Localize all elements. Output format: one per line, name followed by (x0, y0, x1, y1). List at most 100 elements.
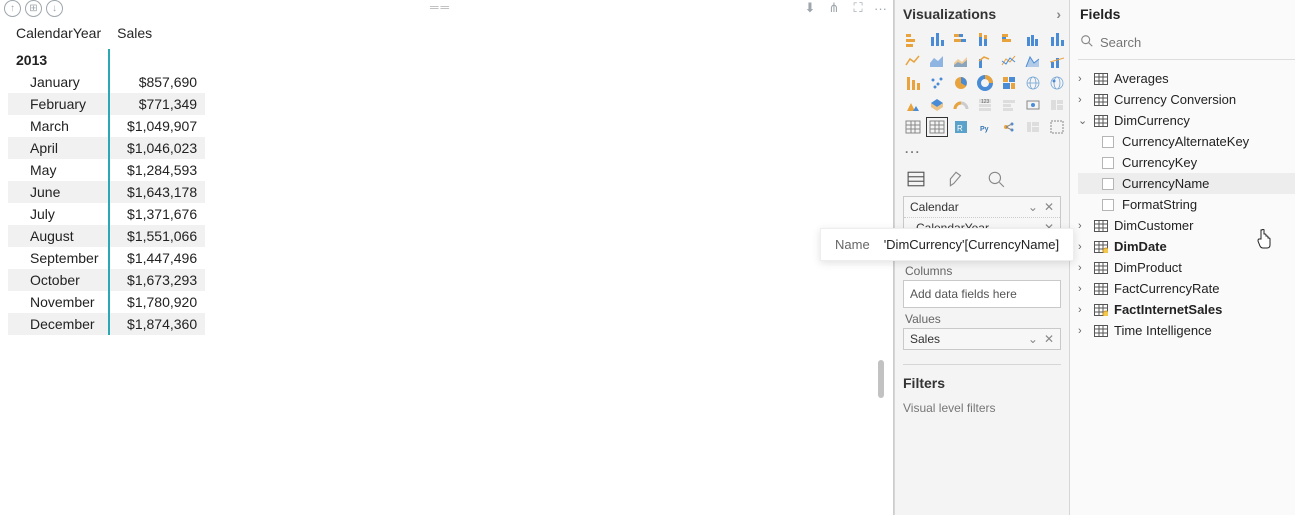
viz-type-icon[interactable] (975, 74, 995, 92)
chevron-right-icon[interactable]: › (1078, 241, 1088, 253)
viz-type-icon[interactable] (999, 52, 1019, 70)
month-cell[interactable]: December (8, 313, 109, 335)
nav-grid-icon[interactable]: ⊞ (25, 0, 42, 17)
chevron-right-icon[interactable]: › (1078, 73, 1088, 85)
viz-type-icon[interactable] (927, 96, 947, 114)
viz-type-icon[interactable] (927, 74, 947, 92)
nav-up-icon[interactable]: ↑ (4, 0, 21, 17)
viz-type-icon[interactable] (951, 96, 971, 114)
scrollbar-thumb[interactable] (878, 360, 884, 398)
viz-type-icon[interactable] (927, 52, 947, 70)
column-header-year[interactable]: CalendarYear (8, 22, 109, 49)
viz-type-icon[interactable] (1023, 118, 1043, 136)
chevron-right-icon[interactable]: › (1078, 304, 1088, 316)
viz-type-icon[interactable] (1047, 96, 1067, 114)
month-cell[interactable]: June (8, 181, 109, 203)
field-row-formatstring[interactable]: FormatString (1078, 194, 1295, 215)
chevron-right-icon[interactable]: › (1078, 325, 1088, 337)
field-row-currencykey[interactable]: CurrencyKey (1078, 152, 1295, 173)
month-cell[interactable]: July (8, 203, 109, 225)
viz-type-icon[interactable] (1047, 118, 1067, 136)
viz-type-icon[interactable] (1047, 52, 1067, 70)
chevron-down-icon[interactable]: ⌄ (1028, 332, 1038, 346)
columns-well[interactable]: Add data fields here (903, 280, 1061, 308)
analytics-tab-icon[interactable] (987, 170, 1005, 188)
expand-icon[interactable]: ⋔ (826, 0, 842, 16)
viz-type-icon[interactable] (975, 30, 995, 48)
month-cell[interactable]: February (8, 93, 109, 115)
table-row-averages[interactable]: ›Averages (1078, 68, 1295, 89)
checkbox[interactable] (1102, 157, 1114, 169)
year-cell[interactable]: 2013 (8, 49, 109, 71)
fields-search[interactable] (1078, 32, 1295, 60)
viz-type-icon[interactable]: Py (975, 118, 995, 136)
chevron-right-icon[interactable]: › (1078, 262, 1088, 274)
rows-group[interactable]: Calendar ⌄✕ (904, 197, 1060, 218)
month-cell[interactable]: April (8, 137, 109, 159)
chevron-right-icon[interactable]: › (1056, 6, 1061, 22)
remove-icon[interactable]: ✕ (1044, 332, 1054, 346)
drag-handle-icon[interactable]: ══ (430, 0, 451, 14)
viz-type-icon[interactable] (1023, 30, 1043, 48)
month-cell[interactable]: January (8, 71, 109, 93)
viz-type-icon[interactable] (903, 74, 923, 92)
table-row-factinternetsales[interactable]: ›FactInternetSales (1078, 299, 1295, 320)
table-row-dimcurrency[interactable]: ⌄DimCurrency (1078, 110, 1295, 131)
viz-type-icon[interactable] (1023, 96, 1043, 114)
field-row-currencyalternatekey[interactable]: CurrencyAlternateKey (1078, 131, 1295, 152)
viz-type-icon[interactable] (1047, 30, 1067, 48)
month-cell[interactable]: March (8, 115, 109, 137)
viz-type-icon[interactable] (951, 74, 971, 92)
month-cell[interactable]: November (8, 291, 109, 313)
chevron-down-icon[interactable]: ⌄ (1028, 200, 1038, 214)
chevron-right-icon[interactable]: › (1078, 283, 1088, 295)
checkbox[interactable] (1102, 199, 1114, 211)
viz-type-icon[interactable] (927, 30, 947, 48)
viz-type-icon[interactable]: 123 (975, 96, 995, 114)
viz-type-icon[interactable] (903, 52, 923, 70)
viz-type-icon[interactable] (903, 96, 923, 114)
viz-type-icon[interactable] (1023, 52, 1043, 70)
viz-type-icon[interactable] (999, 74, 1019, 92)
month-cell[interactable]: September (8, 247, 109, 269)
viz-type-icon[interactable]: R (951, 118, 971, 136)
table-row-currency-conversion[interactable]: ›Currency Conversion (1078, 89, 1295, 110)
checkbox[interactable] (1102, 178, 1114, 190)
month-cell[interactable]: August (8, 225, 109, 247)
viz-type-icon[interactable] (951, 52, 971, 70)
chevron-down-icon[interactable]: ⌄ (1078, 114, 1088, 127)
viz-type-icon[interactable] (903, 30, 923, 48)
month-cell[interactable]: May (8, 159, 109, 181)
month-cell[interactable]: October (8, 269, 109, 291)
viz-type-icon[interactable] (1047, 74, 1067, 92)
format-tab-icon[interactable] (947, 170, 965, 188)
viz-type-icon[interactable] (951, 30, 971, 48)
viz-type-icon[interactable] (999, 96, 1019, 114)
table-row-factcurrencyrate[interactable]: ›FactCurrencyRate (1078, 278, 1295, 299)
values-well[interactable]: Sales ⌄✕ (903, 328, 1061, 350)
remove-icon[interactable]: ✕ (1044, 200, 1054, 214)
viz-type-icon[interactable] (927, 118, 947, 136)
chevron-right-icon[interactable]: › (1078, 94, 1088, 106)
viz-type-icon[interactable] (999, 118, 1019, 136)
nav-down-icon[interactable]: ↓ (46, 0, 63, 17)
more-options-icon[interactable]: ··· (874, 1, 887, 16)
fields-tab-icon[interactable] (907, 170, 925, 188)
field-row-currencyname[interactable]: CurrencyName (1078, 173, 1295, 194)
table-row-dimproduct[interactable]: ›DimProduct (1078, 257, 1295, 278)
focus-mode-icon[interactable]: ⛶ (850, 0, 866, 16)
column-header-sales[interactable]: Sales (109, 22, 205, 49)
chevron-right-icon[interactable]: › (1078, 220, 1088, 232)
viz-type-icon[interactable] (975, 52, 995, 70)
viz-type-icon[interactable] (903, 118, 923, 136)
table-row-time-intelligence[interactable]: ›Time Intelligence (1078, 320, 1295, 341)
values-item-0[interactable]: Sales ⌄✕ (904, 329, 1060, 350)
checkbox[interactable] (1102, 136, 1114, 148)
matrix-visual[interactable]: CalendarYear Sales 2013January$857,690Fe… (8, 22, 205, 335)
search-input[interactable] (1100, 35, 1295, 50)
drill-down-icon[interactable]: ⬇ (802, 0, 818, 16)
more-visuals-icon[interactable]: ... (903, 142, 1061, 162)
viz-type-icon[interactable] (999, 30, 1019, 48)
viz-type-icon[interactable] (1023, 74, 1043, 92)
report-canvas[interactable]: ↑ ⊞ ↓ ══ ⬇ ⋔ ⛶ ··· CalendarYear Sales 20… (0, 0, 894, 515)
